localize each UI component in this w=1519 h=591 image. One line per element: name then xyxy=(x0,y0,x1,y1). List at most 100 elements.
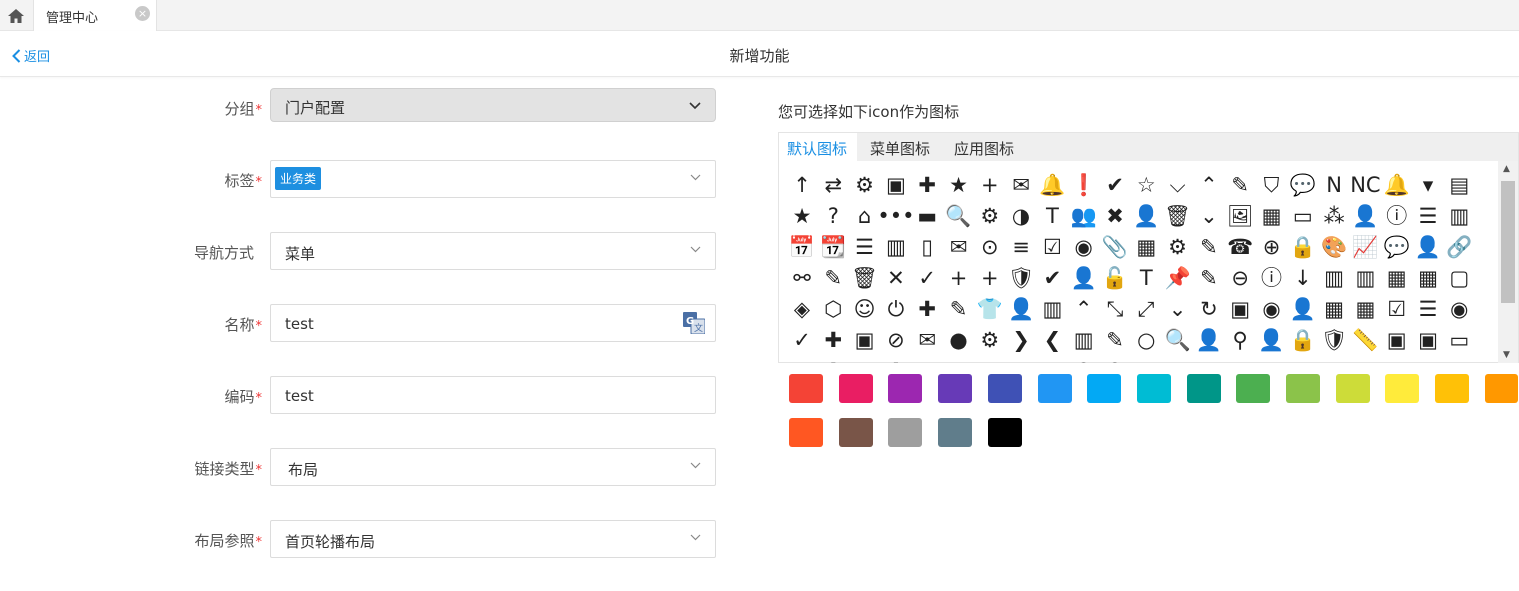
icon-option[interactable]: 🔔 xyxy=(1037,170,1067,200)
tab-default-icons[interactable]: 默认图标 xyxy=(787,138,847,159)
icon-option[interactable]: ≡ xyxy=(1006,232,1036,262)
icon-option[interactable]: 🔍 xyxy=(944,201,974,231)
icon-option[interactable]: ✕ xyxy=(881,263,911,293)
color-swatch[interactable] xyxy=(1286,374,1320,403)
icon-option[interactable]: ▦ xyxy=(1413,263,1443,293)
icon-option[interactable]: ⁂ xyxy=(1319,201,1349,231)
icon-option[interactable]: ▦ xyxy=(1382,263,1412,293)
color-swatch[interactable] xyxy=(1087,374,1122,403)
icon-option[interactable]: ▬ xyxy=(912,201,942,231)
icon-option[interactable]: ▣ xyxy=(787,356,817,363)
color-swatch[interactable] xyxy=(1186,374,1221,403)
icon-option[interactable]: ⚲ xyxy=(1100,356,1130,363)
icon-option[interactable]: ○ xyxy=(1163,356,1193,363)
icon-option[interactable]: ✉ xyxy=(944,232,974,262)
icon-option[interactable]: ⛉ xyxy=(1257,170,1287,200)
tab-app-icons[interactable]: 应用图标 xyxy=(954,138,1014,159)
icon-option[interactable]: ▣ xyxy=(1225,294,1255,324)
icon-option[interactable]: ★ xyxy=(787,201,817,231)
icon-option[interactable]: ▣ xyxy=(1382,325,1412,355)
icon-option[interactable]: ✖ xyxy=(1100,201,1130,231)
icon-option[interactable]: 👤 xyxy=(1413,232,1443,262)
icon-option[interactable]: ✎ xyxy=(1100,325,1130,355)
icon-option[interactable]: ⌂ xyxy=(850,201,880,231)
icon-option[interactable]: ▣ xyxy=(1413,325,1443,355)
icon-option[interactable]: ⤡ xyxy=(1100,294,1130,324)
icon-option[interactable]: ★ xyxy=(944,170,974,200)
close-icon[interactable]: × xyxy=(135,6,150,21)
color-swatch[interactable] xyxy=(1236,374,1271,403)
icon-option[interactable]: ✎ xyxy=(1225,170,1255,200)
icon-option[interactable]: ○ xyxy=(1413,356,1443,363)
icon-option[interactable]: ⚙ xyxy=(850,170,880,200)
color-swatch[interactable] xyxy=(1136,374,1171,403)
group-select[interactable]: 门户配置 xyxy=(270,88,716,122)
icon-option[interactable]: ○ xyxy=(1225,356,1255,363)
nav-select[interactable]: 菜单 xyxy=(270,232,716,270)
icon-option[interactable]: ☺ xyxy=(850,294,880,324)
icon-option[interactable]: ▣ xyxy=(850,325,880,355)
scroll-up-arrow-icon[interactable]: ▲ xyxy=(1503,164,1510,174)
icon-option[interactable]: ⌃ xyxy=(1069,294,1099,324)
icon-option[interactable]: ● xyxy=(1037,356,1067,363)
icon-option[interactable]: ✚ xyxy=(881,356,911,363)
icon-option[interactable]: ⬡ xyxy=(818,294,848,324)
home-icon[interactable] xyxy=(0,0,32,31)
icon-option[interactable]: ⊘ xyxy=(881,325,911,355)
icon-option[interactable]: 👤 xyxy=(1194,325,1224,355)
icon-option[interactable]: ▭ xyxy=(1131,356,1161,363)
icon-option[interactable]: ▤ xyxy=(1444,170,1474,200)
icon-option[interactable]: 🛡 xyxy=(1319,325,1349,355)
icon-option[interactable]: ▣ xyxy=(881,170,911,200)
icon-option[interactable]: ◈ xyxy=(787,294,817,324)
icon-option[interactable]: ✎ xyxy=(818,263,848,293)
color-swatch[interactable] xyxy=(1484,374,1518,403)
icon-option[interactable]: ○ xyxy=(1444,356,1474,363)
icon-option[interactable]: 🗑 xyxy=(1163,201,1193,231)
icon-option[interactable]: 👤 xyxy=(1350,201,1380,231)
icon-option[interactable]: □ xyxy=(975,356,1005,363)
icon-option[interactable]: 💬 xyxy=(1288,170,1318,200)
color-swatch[interactable] xyxy=(1037,374,1072,403)
icon-option[interactable]: 👕 xyxy=(975,294,1005,324)
icon-option[interactable]: ◉ xyxy=(1069,232,1099,262)
translate-icon[interactable]: G 文 xyxy=(683,312,705,334)
icon-option[interactable]: ⌄ xyxy=(1194,201,1224,231)
icon-option[interactable]: 📏 xyxy=(1350,325,1380,355)
icon-option[interactable]: ○ xyxy=(1006,356,1036,363)
icon-option[interactable]: ⌵ xyxy=(1163,170,1193,200)
icon-option[interactable]: 📅 xyxy=(787,232,817,262)
icon-option[interactable]: 🔓 xyxy=(1100,263,1130,293)
icon-option[interactable]: 👤 xyxy=(1006,294,1036,324)
icon-option[interactable]: ○ xyxy=(1131,325,1161,355)
icon-option[interactable]: ▥ xyxy=(1444,201,1474,231)
icon-option[interactable]: ✔ xyxy=(1100,170,1130,200)
icon-option[interactable]: T xyxy=(1037,201,1067,231)
icon-option[interactable]: ◑ xyxy=(1006,201,1036,231)
tab-admin-center[interactable]: 管理中心 × xyxy=(33,0,157,31)
icon-option[interactable]: ⏻ xyxy=(881,294,911,324)
icon-option[interactable]: ⚙ xyxy=(1163,232,1193,262)
icon-option[interactable]: ☎ xyxy=(1225,232,1255,262)
icon-option[interactable]: ⊕ xyxy=(1257,232,1287,262)
icon-option[interactable]: ⚲ xyxy=(1069,356,1099,363)
tag-chip[interactable]: 业务类 xyxy=(275,167,322,190)
icon-option[interactable]: ▾ xyxy=(1413,170,1443,200)
icon-option[interactable]: ☑ xyxy=(1037,232,1067,262)
icon-option[interactable]: ❗ xyxy=(1069,170,1099,200)
icon-option[interactable]: + xyxy=(975,170,1005,200)
tab-menu-icons[interactable]: 菜单图标 xyxy=(870,138,930,159)
icon-option[interactable]: + xyxy=(975,263,1005,293)
icon-option[interactable]: ↓ xyxy=(1288,263,1318,293)
icon-option[interactable]: T xyxy=(1131,263,1161,293)
icon-option[interactable]: ✓ xyxy=(912,263,942,293)
color-swatch[interactable] xyxy=(938,374,973,403)
icon-option[interactable]: NC xyxy=(1350,170,1380,200)
icon-option[interactable]: ❮ xyxy=(1037,325,1067,355)
icon-option[interactable]: ⚯ xyxy=(787,263,817,293)
icon-option[interactable]: 🔒 xyxy=(1288,232,1318,262)
icon-option[interactable]: ▦ xyxy=(1319,294,1349,324)
color-swatch[interactable] xyxy=(838,374,873,403)
color-swatch[interactable] xyxy=(1385,374,1420,403)
icon-option[interactable]: ▭ xyxy=(1444,325,1474,355)
